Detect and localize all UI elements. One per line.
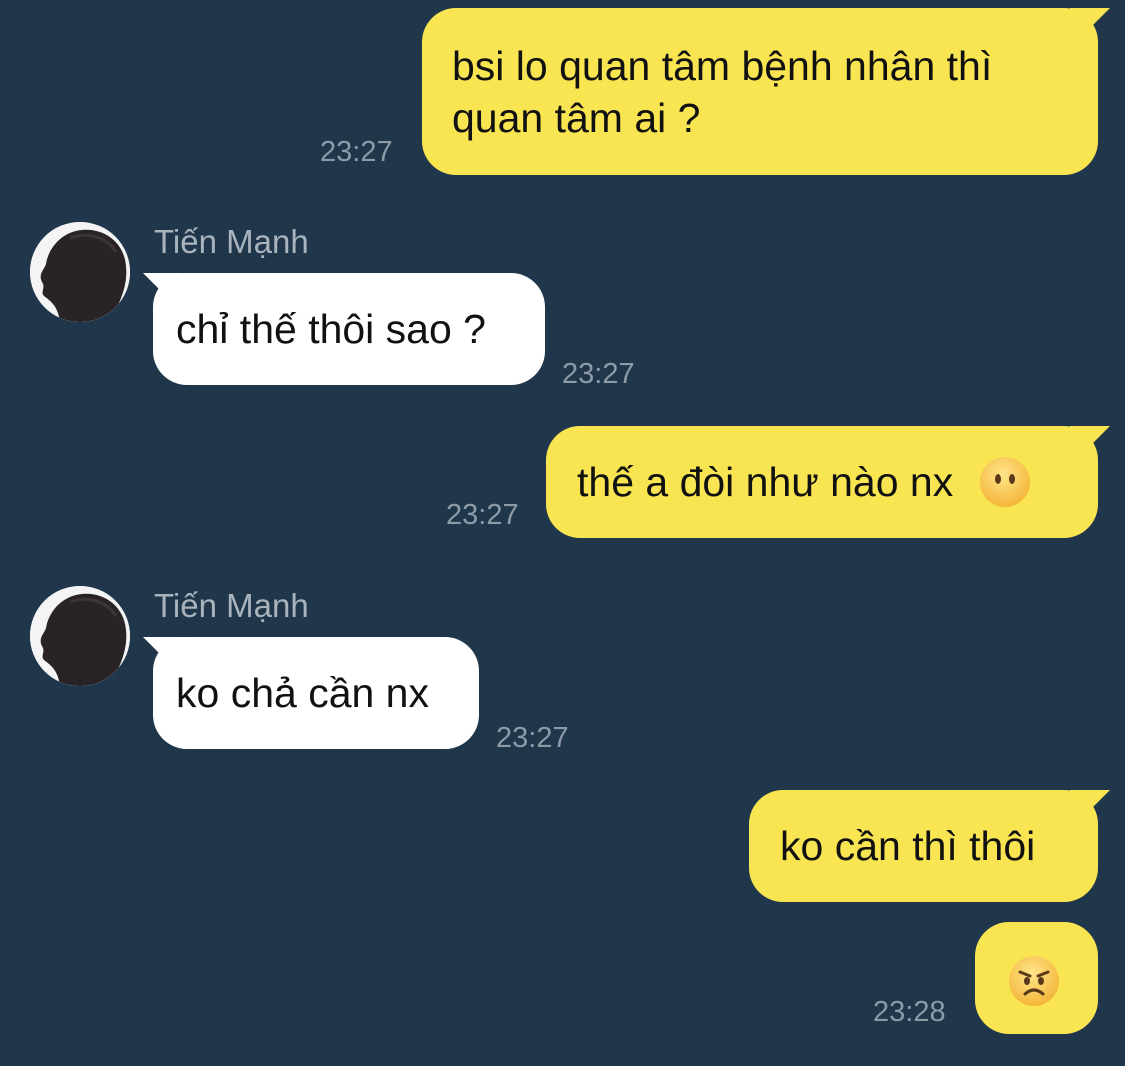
message-text: bsi lo quan tâm bệnh nhân thì (452, 43, 993, 89)
message-timestamp: 23:27 (320, 136, 393, 168)
outgoing-message-bubble[interactable]: ko cần thì thôi (749, 790, 1098, 902)
outgoing-message-bubble[interactable] (975, 922, 1098, 1034)
message-text: thế a đòi như nào nx (577, 459, 954, 505)
incoming-message-bubble[interactable]: chỉ thế thôi sao ? (153, 273, 545, 385)
message-text: quan tâm ai ? (452, 95, 701, 141)
message-timestamp: 23:28 (873, 996, 946, 1028)
neutral-face-emoji (979, 456, 1031, 508)
message-text: chỉ thế thôi sao ? (176, 306, 486, 352)
message-timestamp: 23:27 (496, 722, 569, 754)
message-timestamp: 23:27 (446, 499, 519, 531)
contact-avatar[interactable] (30, 586, 130, 686)
person-silhouette-icon (30, 222, 130, 322)
sender-name: Tiến Mạnh (154, 587, 309, 624)
angry-face-emoji (1008, 955, 1060, 1007)
contact-avatar[interactable] (30, 222, 130, 322)
sender-name: Tiến Mạnh (154, 223, 309, 260)
message-text: ko cần thì thôi (780, 823, 1036, 869)
message-timestamp: 23:27 (562, 358, 635, 390)
chat-conversation[interactable]: bsi lo quan tâm bệnh nhân thì quan tâm a… (0, 0, 1125, 1066)
incoming-message-bubble[interactable]: ko chả cần nx (153, 637, 479, 749)
outgoing-message-bubble[interactable]: thế a đòi như nào nx (546, 426, 1098, 538)
message-text: ko chả cần nx (176, 670, 429, 716)
person-silhouette-icon (30, 586, 130, 686)
outgoing-message-bubble[interactable]: bsi lo quan tâm bệnh nhân thì quan tâm a… (422, 8, 1098, 175)
